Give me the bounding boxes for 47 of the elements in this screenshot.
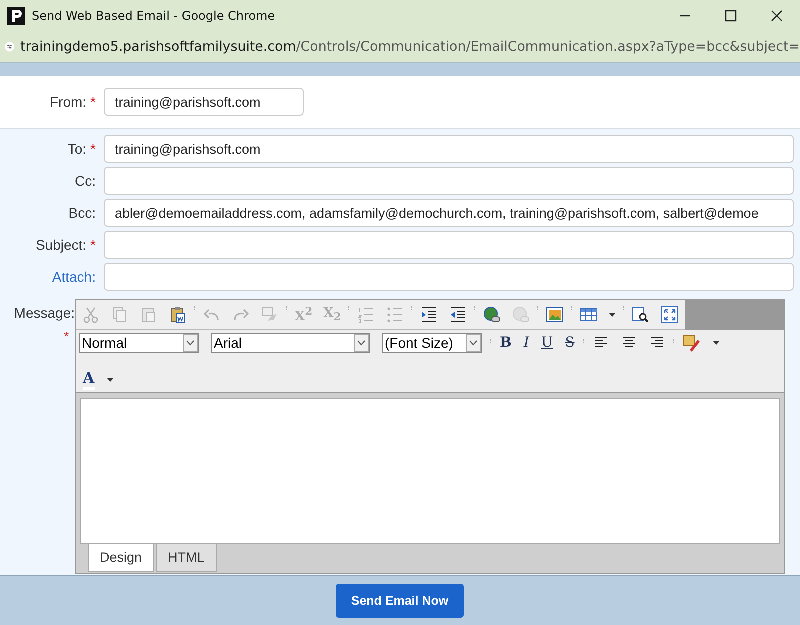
attach-link[interactable]: Attach:	[52, 269, 96, 285]
find-icon[interactable]	[632, 306, 650, 324]
editor-tab[interactable]: Design	[88, 544, 154, 572]
required-mark: *	[90, 237, 96, 253]
editor-tab[interactable]: HTML	[156, 544, 217, 572]
format-button[interactable]: I	[524, 335, 530, 351]
chevron-down-icon[interactable]	[354, 334, 369, 352]
chevron-down-icon[interactable]	[183, 334, 198, 352]
field-label: From:	[50, 94, 87, 110]
indent-icon[interactable]	[420, 306, 438, 324]
message-label: Message:	[14, 305, 75, 321]
input-field[interactable]: training@parishsoft.com	[104, 135, 794, 163]
table-icon[interactable]	[580, 306, 598, 324]
input-field[interactable]: abler@demoemailaddress.com, adamsfamily@demochurch.com, training@parishsoft.com, salbert@demoe	[104, 199, 794, 227]
input-field[interactable]	[104, 231, 794, 259]
dropdown[interactable]: (Font Size)	[382, 333, 482, 353]
image-icon[interactable]	[546, 306, 564, 324]
field-label: Bcc:	[68, 205, 96, 221]
send-button[interactable]: Send Email Now	[336, 584, 464, 618]
paste-document-icon[interactable]	[169, 306, 187, 324]
format-button[interactable]: U	[541, 335, 554, 351]
close-icon[interactable]	[771, 10, 783, 22]
format-button[interactable]: S	[565, 335, 575, 351]
caret-icon[interactable]	[609, 312, 616, 316]
field-label: Cc:	[75, 173, 96, 189]
app-logo-icon	[7, 7, 25, 25]
required-mark: *	[90, 141, 96, 157]
caret-icon[interactable]	[712, 341, 720, 345]
field-label: To:	[68, 141, 87, 157]
dropdown[interactable]: Arial	[211, 333, 370, 353]
from-field[interactable]: training@parishsoft.com	[104, 88, 304, 116]
maximize-icon[interactable]	[725, 10, 737, 22]
caret-icon[interactable]	[106, 378, 114, 382]
fullscreen-icon[interactable]	[661, 306, 680, 324]
input-field[interactable]	[104, 263, 794, 291]
highlighter-icon[interactable]	[682, 334, 701, 352]
required-mark: *	[90, 94, 96, 110]
outdent-icon[interactable]	[449, 306, 468, 324]
required-mark: *	[64, 329, 69, 344]
input-field[interactable]	[104, 167, 794, 195]
field-label: Subject:	[36, 237, 87, 253]
window-title: Send Web Based Email - Google Chrome	[32, 9, 276, 23]
dropdown[interactable]: Normal	[79, 333, 199, 353]
format-button[interactable]: B	[500, 335, 512, 351]
globe-link-icon[interactable]	[483, 306, 502, 324]
font-color-button[interactable]: A	[83, 369, 95, 390]
chevron-down-icon[interactable]	[466, 334, 481, 352]
